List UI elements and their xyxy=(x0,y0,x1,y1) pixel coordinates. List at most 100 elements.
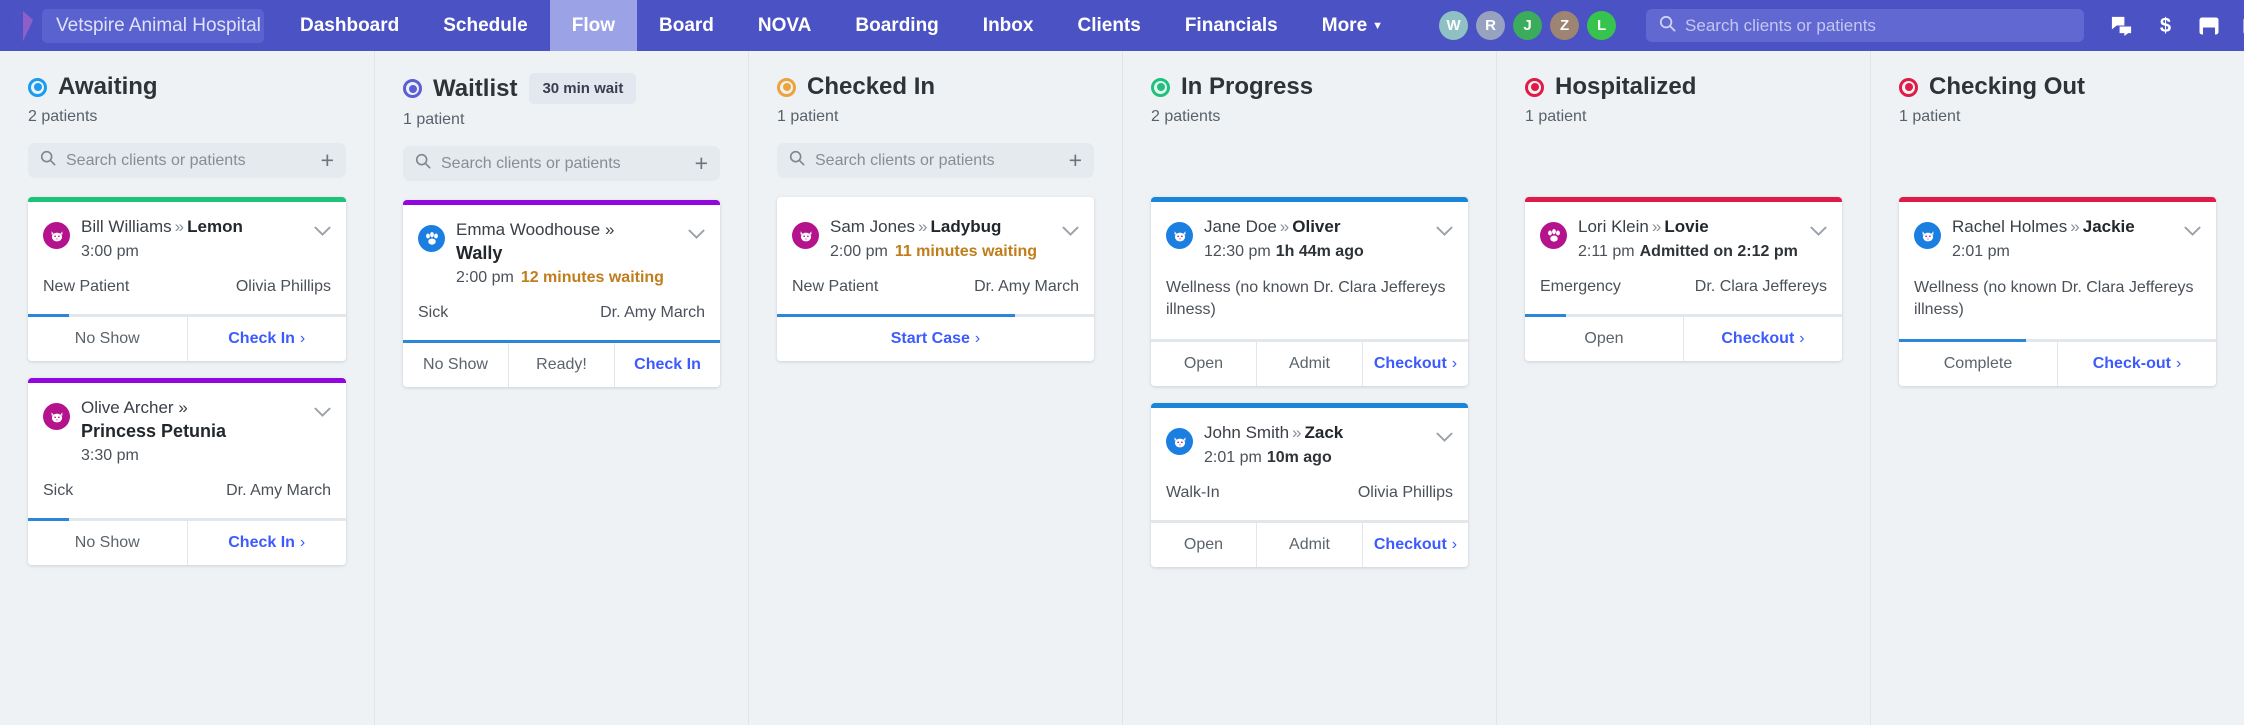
nav-link-flow[interactable]: Flow xyxy=(549,0,638,51)
add-patient-button[interactable]: + xyxy=(693,152,708,175)
vetspire-logo-icon[interactable] xyxy=(10,9,36,43)
nav-link-financials[interactable]: Financials xyxy=(1163,0,1300,51)
owner-pet-line: Rachel Holmes» Jackie xyxy=(1952,215,2173,239)
nav-link-board[interactable]: Board xyxy=(637,0,736,51)
nav-link-label: Inbox xyxy=(982,15,1034,36)
chevron-down-icon[interactable] xyxy=(1436,223,1453,264)
visit-reason: Sick xyxy=(418,304,449,321)
action-label: Open xyxy=(1584,330,1624,347)
main-nav-links: Dashboard Schedule Flow Board NOVA Boarding In… xyxy=(278,0,1405,52)
action-open-button[interactable]: Open xyxy=(1151,342,1256,386)
action-open-button[interactable]: Open xyxy=(1151,523,1256,567)
chevron-down-icon[interactable] xyxy=(1436,429,1453,470)
column-search-spacer xyxy=(1525,126,1842,178)
action-checkout-button[interactable]: Checkout › xyxy=(1362,342,1468,386)
patient-card[interactable]: Rachel Holmes» Jackie 2:01 pm Wellness (no … xyxy=(1899,197,2216,386)
nav-link-boarding[interactable]: Boarding xyxy=(833,0,960,51)
nav-link-inbox[interactable]: Inbox xyxy=(961,0,1056,51)
action-complete-button[interactable]: Complete xyxy=(1899,342,2057,386)
chevron-down-icon[interactable] xyxy=(314,404,331,468)
action-no-show-button[interactable]: No Show xyxy=(28,317,187,361)
patient-card[interactable]: Bill Williams» Lemon 3:00 pm New Patient Oli… xyxy=(28,197,346,361)
column-search[interactable]: + xyxy=(777,143,1094,178)
action-admit-button[interactable]: Admit xyxy=(1256,342,1362,386)
search-icon xyxy=(415,153,431,174)
global-search-input[interactable] xyxy=(1685,15,2072,36)
patient-card[interactable]: Emma Woodhouse » Wally 2:00 pm 12 minutes w… xyxy=(403,200,720,387)
chevron-down-icon[interactable] xyxy=(2184,223,2201,264)
chat-icon[interactable] xyxy=(2110,14,2133,37)
name-separator: » xyxy=(2070,217,2080,236)
appointment-time: 3:00 pm xyxy=(81,243,139,260)
action-label: Open xyxy=(1183,536,1224,553)
avatar[interactable]: L xyxy=(1587,11,1617,40)
cat-icon xyxy=(1166,222,1193,249)
column-search-spacer xyxy=(1899,126,2216,178)
chevron-down-icon[interactable] xyxy=(1810,223,1827,264)
column-search-input[interactable] xyxy=(441,154,683,173)
chevron-down-icon[interactable] xyxy=(314,223,331,264)
patient-card[interactable]: John Smith» Zack 2:01 pm 10m ago Walk-In Oliv… xyxy=(1151,403,1468,567)
elapsed-status: Admitted on 2:12 pm xyxy=(1639,243,1798,260)
action-no-show-button[interactable]: No Show xyxy=(28,521,187,565)
column-header: Checking Out xyxy=(1899,73,2216,101)
progress-rail xyxy=(777,314,1094,317)
chevron-down-icon[interactable] xyxy=(1062,223,1079,264)
action-check-out-button[interactable]: Check-out › xyxy=(2057,342,2216,386)
card-body: Sam Jones» Ladybug 2:00 pm 11 minutes waiti… xyxy=(777,202,1094,314)
action-label: No Show xyxy=(74,534,140,551)
provider-name: Olivia Phillips xyxy=(1357,484,1453,501)
practice-selector[interactable]: Vetspire Animal Hospital ▼ xyxy=(42,8,264,43)
nav-link-schedule[interactable]: Schedule xyxy=(421,0,549,51)
patient-card[interactable]: Sam Jones» Ladybug 2:00 pm 11 minutes waiti… xyxy=(777,197,1094,361)
card-meta: New Patient Olivia Phillips xyxy=(43,278,331,296)
progress-rail xyxy=(1899,339,2216,342)
column-search-input[interactable] xyxy=(66,151,309,170)
action-ready-button[interactable]: Ready! xyxy=(508,343,614,387)
column-header: Waitlist 30 min wait xyxy=(403,73,720,104)
owner-pet-line: John Smith» Zack xyxy=(1204,421,1425,445)
action-no-show-button[interactable]: No Show xyxy=(403,343,508,387)
add-patient-button[interactable]: + xyxy=(1067,149,1082,172)
top-navigation-bar: Vetspire Animal Hospital ▼ Dashboard Sche… xyxy=(0,0,2244,51)
nav-link-clients[interactable]: Clients xyxy=(1055,0,1162,51)
action-label: Checkout xyxy=(1373,355,1447,372)
avatar[interactable]: R xyxy=(1476,11,1506,40)
action-checkout-button[interactable]: Checkout › xyxy=(1362,523,1468,567)
action-admit-button[interactable]: Admit xyxy=(1256,523,1362,567)
avatar[interactable]: W xyxy=(1439,11,1469,40)
chevron-down-icon[interactable] xyxy=(688,226,705,290)
patient-card[interactable]: Jane Doe» Oliver 12:30 pm 1h 44m ago Wellnes… xyxy=(1151,197,1468,386)
nav-link-dashboard[interactable]: Dashboard xyxy=(278,0,421,51)
column-search[interactable]: + xyxy=(28,143,346,178)
action-check-in-button[interactable]: Check In xyxy=(614,343,720,387)
patient-card[interactable]: Lori Klein» Lovie 2:11 pm Admitted on 2:12 … xyxy=(1525,197,1842,361)
action-start-case-button[interactable]: Start Case › xyxy=(777,317,1094,361)
avatar[interactable]: Z xyxy=(1550,11,1580,40)
global-search[interactable] xyxy=(1646,9,2085,42)
column-search[interactable]: + xyxy=(403,146,720,181)
patient-card[interactable]: Olive Archer » Princess Petunia 3:30 pm Sic… xyxy=(28,378,346,565)
nav-link-more[interactable]: More ▼ xyxy=(1300,0,1405,52)
add-patient-button[interactable]: + xyxy=(319,149,334,172)
status-ring-icon xyxy=(1151,77,1170,97)
card-actions: Open Admit Checkout › xyxy=(1151,523,1468,567)
appointment-time-row: 2:11 pm Admitted on 2:12 pm xyxy=(1578,240,1799,264)
owner-name: Lori Klein xyxy=(1578,217,1649,236)
nav-link-label: More xyxy=(1321,14,1368,36)
column-in-progress: In Progress 2 patients Jane Doe» Oliver 12:3… xyxy=(1122,51,1496,725)
chevron-right-icon: › xyxy=(299,330,306,347)
column-search-input[interactable] xyxy=(815,151,1057,170)
nav-link-nova[interactable]: NOVA xyxy=(736,0,833,51)
column-title: Awaiting xyxy=(28,73,158,101)
action-check-in-button[interactable]: Check In › xyxy=(186,521,346,565)
dollar-icon[interactable]: $ xyxy=(2155,14,2176,37)
action-check-in-button[interactable]: Check In › xyxy=(186,317,346,361)
visit-reason: New Patient xyxy=(792,278,879,295)
action-checkout-button[interactable]: Checkout › xyxy=(1683,317,1842,361)
appointment-time-row: 2:00 pm 11 minutes waiting xyxy=(830,240,1051,264)
inbox-icon[interactable] xyxy=(2198,15,2220,37)
action-open-button[interactable]: Open xyxy=(1525,317,1683,361)
nav-link-label: Flow xyxy=(571,15,616,36)
avatar[interactable]: J xyxy=(1513,11,1543,40)
